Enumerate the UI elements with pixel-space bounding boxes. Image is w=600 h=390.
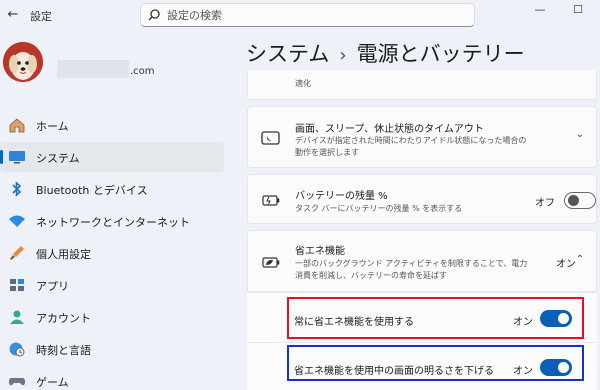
app-title: 設定 (30, 10, 52, 23)
highlight-box-blue (287, 345, 584, 381)
card-description: 一部のバックグラウンド アクティビティを制限することで、電力消費を削減し、バッテ… (295, 259, 528, 280)
sidebar-item-personalization[interactable]: 個人用設定 (0, 238, 224, 268)
toggle-state-label: オフ (535, 198, 555, 209)
bluetooth-icon (12, 181, 22, 197)
sidebar-item-label: 個人用設定 (36, 248, 91, 261)
account-icon (10, 310, 24, 324)
sidebar-item-label: アカウント (36, 312, 91, 325)
account-email-domain: .com (130, 66, 155, 77)
energy-saver-card[interactable]: 省エネ機能 一部のバックグラウンド アクティビティを制限することで、電力消費を削… (247, 230, 597, 292)
sidebar-item-system[interactable]: システム (0, 142, 224, 172)
breadcrumb-parent[interactable]: システム (246, 42, 329, 66)
sidebar-item-accounts[interactable]: アカウント (0, 302, 224, 332)
sidebar-item-home[interactable]: ホーム (0, 110, 224, 140)
home-icon (9, 118, 25, 133)
sidebar-item-label: Bluetooth とデバイス (36, 184, 148, 197)
highlight-box-red (287, 297, 584, 339)
breadcrumb: システム › 電源とバッテリー (246, 38, 525, 68)
screen-sleep-icon (261, 131, 280, 145)
search-icon (148, 9, 160, 21)
sidebar-item-label: アプリ (36, 280, 69, 293)
title-bar: ← 設定 — ☐ (0, 0, 600, 30)
card-title: 省エネ機能 (295, 246, 345, 257)
card-description: デバイスが指定された時間にわたりアイドル状態になった場合の動作を選択します (295, 136, 527, 157)
battery-percentage-toggle[interactable] (564, 192, 596, 209)
previous-setting-card: 適化 (247, 70, 597, 100)
wifi-icon (9, 215, 25, 227)
card-title: 画面、スリープ、休止状態のタイムアウト (295, 124, 484, 135)
brush-icon (10, 246, 24, 260)
maximize-button[interactable]: ☐ (563, 0, 593, 22)
globe-clock-icon (9, 342, 25, 357)
sleep-timeout-card[interactable]: 画面、スリープ、休止状態のタイムアウト デバイスが指定された時間にわたりアイドル… (247, 106, 597, 168)
toggle-knob (568, 195, 579, 206)
account-name-redacted (57, 60, 129, 78)
dog-avatar-image (3, 42, 43, 82)
page-title: 電源とバッテリー (356, 42, 525, 66)
chevron-up-icon[interactable]: ⌃ (576, 254, 584, 265)
sidebar-item-label: 時刻と言語 (36, 344, 91, 357)
sidebar-item-gaming[interactable]: ゲーム (0, 366, 224, 390)
sidebar-item-label: ホーム (36, 120, 69, 133)
energy-saver-battery-icon (262, 257, 280, 268)
search-box[interactable] (140, 3, 475, 27)
card-fragment-text: 適化 (295, 79, 311, 88)
sidebar-item-apps[interactable]: アプリ (0, 270, 224, 300)
card-title: バッテリーの残量 % (295, 191, 388, 202)
apps-icon (10, 279, 24, 291)
search-input[interactable] (167, 7, 467, 23)
back-button[interactable]: ← (4, 6, 22, 24)
gamepad-icon (9, 378, 25, 386)
selection-indicator (0, 150, 3, 164)
sidebar-item-label: ネットワークとインターネット (36, 216, 190, 229)
breadcrumb-separator: › (339, 45, 347, 66)
battery-icon (262, 195, 280, 206)
system-icon (9, 151, 25, 164)
sidebar-item-label: ゲーム (36, 376, 69, 389)
energy-saver-state: オン (556, 259, 576, 270)
sidebar-item-bluetooth[interactable]: Bluetooth とデバイス (0, 174, 224, 204)
battery-percentage-card: バッテリーの残量 % タスク バーにバッテリーの残量 % を表示する オフ (247, 174, 597, 224)
sidebar-item-time-language[interactable]: 時刻と言語 (0, 334, 224, 364)
sidebar-item-network[interactable]: ネットワークとインターネット (0, 206, 224, 236)
chevron-down-icon[interactable]: ⌄ (576, 129, 584, 140)
avatar[interactable] (3, 42, 43, 82)
minimize-button[interactable]: — (525, 0, 555, 22)
card-description: タスク バーにバッテリーの残量 % を表示する (295, 204, 463, 213)
sidebar-item-label: システム (36, 152, 80, 165)
